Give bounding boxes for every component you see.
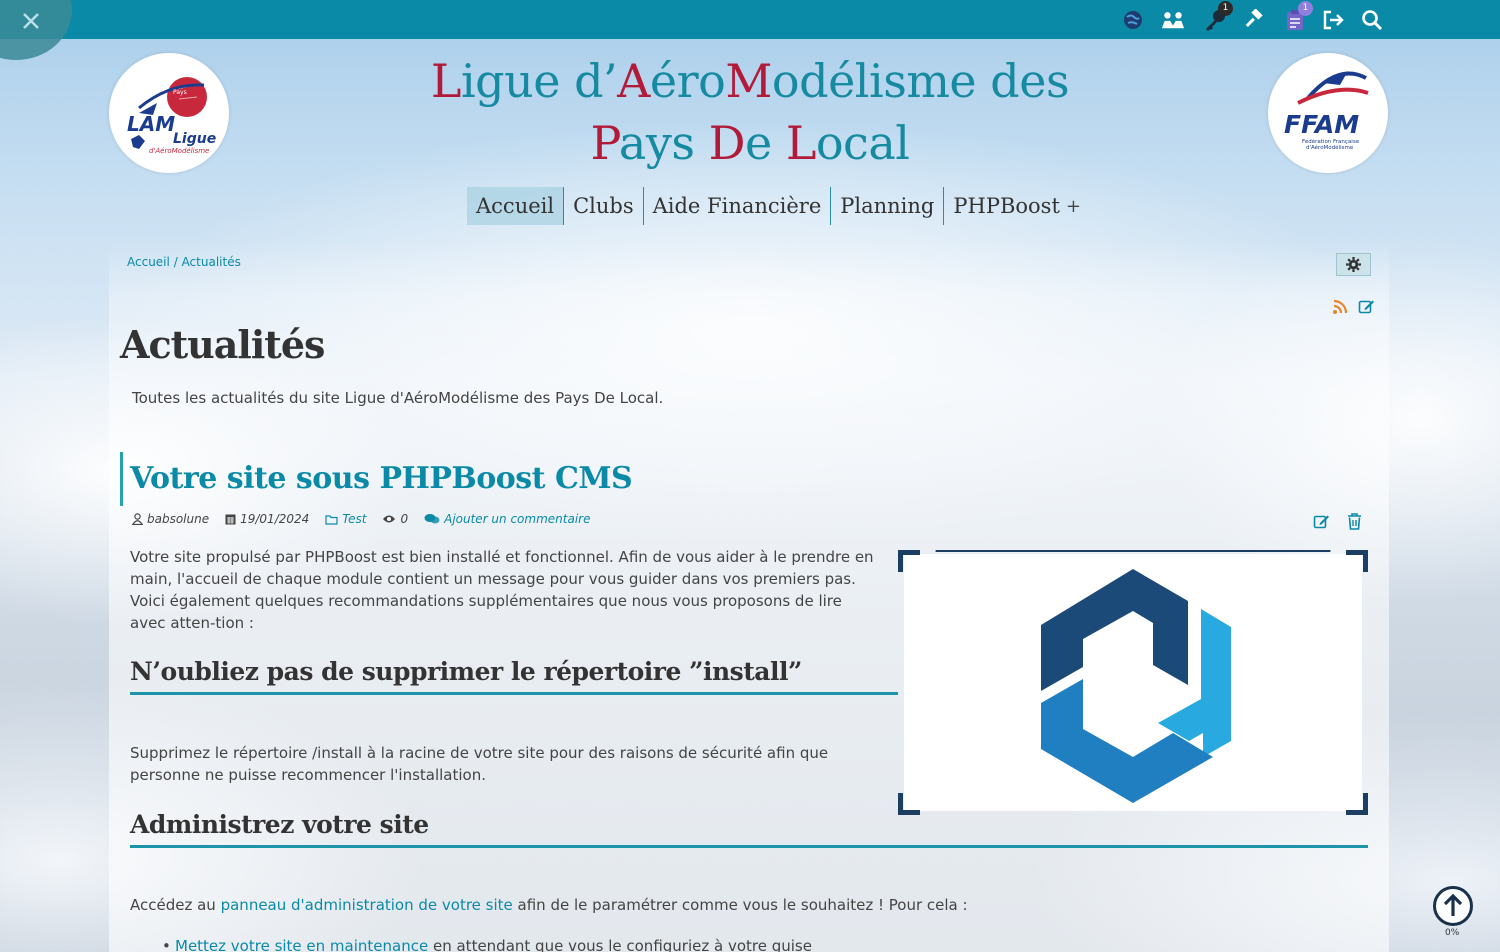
world-icon[interactable] bbox=[1121, 8, 1145, 32]
site-title-fragment: A bbox=[617, 54, 650, 108]
ffam-sub1: Fédération Française bbox=[1302, 138, 1360, 145]
main-navigation: Accueil Clubs Aide Financière Planning P… bbox=[467, 186, 1090, 226]
edit-icon[interactable] bbox=[1312, 512, 1330, 530]
site-title-line1: Ligue d’AéroModélisme des bbox=[420, 50, 1080, 112]
maintenance-text: en attendant que vous le configuriez à v… bbox=[428, 937, 812, 952]
site-title-fragment: ocal bbox=[815, 116, 910, 170]
lam-region: Pays bbox=[173, 89, 187, 96]
article-thumbnail[interactable] bbox=[898, 550, 1368, 815]
article-meta: babsolune 19/01/2024 Test 0 Ajouter un c… bbox=[132, 512, 590, 526]
article-date: 19/01/2024 bbox=[240, 512, 310, 526]
scroll-to-top-button[interactable] bbox=[1433, 886, 1473, 926]
site-title-fragment: L bbox=[785, 116, 817, 170]
ffam-sub2: d'AéroModélisme bbox=[1306, 144, 1354, 151]
site-title[interactable]: Ligue d’AéroModélisme des Pays De Local bbox=[420, 50, 1080, 174]
add-comment-link[interactable]: Ajouter un commentaire bbox=[444, 512, 590, 526]
users-icon[interactable] bbox=[1161, 8, 1185, 32]
list-item: Mettez votre site en maintenance en atte… bbox=[162, 937, 812, 952]
nav-item-accueil[interactable]: Accueil bbox=[467, 187, 565, 225]
breadcrumb-home[interactable]: Accueil bbox=[127, 255, 170, 269]
nav-item-phpboost[interactable]: PHPBoost + bbox=[944, 187, 1090, 225]
lam-word: Ligue bbox=[173, 131, 216, 147]
rss-icon[interactable] bbox=[1331, 298, 1349, 316]
tools-icon bbox=[20, 12, 42, 34]
key-badge: 1 bbox=[1218, 1, 1233, 16]
module-settings-button[interactable] bbox=[1336, 253, 1371, 276]
article-title[interactable]: Votre site sous PHPBoost CMS bbox=[120, 452, 633, 506]
article-category[interactable]: Test bbox=[342, 512, 366, 526]
nav-item-clubs[interactable]: Clubs bbox=[564, 187, 644, 225]
admin-topbar: 1 1 bbox=[0, 0, 1500, 39]
ffam-logo[interactable]: FFAM Fédération Française d'AéroModélism… bbox=[1268, 53, 1388, 173]
page-description: Toutes les actualités du site Ligue d'Aé… bbox=[132, 389, 664, 407]
breadcrumb-separator: / bbox=[173, 255, 178, 269]
sign-out-icon[interactable] bbox=[1322, 8, 1346, 32]
calendar-icon bbox=[225, 514, 236, 525]
article-intro: Votre site propulsé par PHPBoost est bie… bbox=[130, 548, 874, 632]
admin-text-before: Accédez au bbox=[130, 896, 221, 914]
heading-admin: Administrez votre site bbox=[130, 810, 1368, 848]
search-icon[interactable] bbox=[1360, 8, 1384, 32]
comments-icon bbox=[424, 514, 440, 524]
admin-panel-link[interactable]: panneau d'administration de votre site bbox=[221, 896, 513, 914]
ffam-big-text: FFAM bbox=[1284, 110, 1359, 139]
nav-item-aide-financiere[interactable]: Aide Financière bbox=[644, 187, 832, 225]
admin-menu-toggle[interactable] bbox=[0, 0, 72, 60]
nav-item-planning[interactable]: Planning bbox=[831, 187, 945, 225]
clipboard-icon[interactable]: 1 bbox=[1283, 1, 1313, 32]
gear-icon bbox=[1346, 257, 1361, 272]
site-title-fragment: L bbox=[430, 54, 462, 108]
site-title-fragment: e bbox=[744, 116, 786, 170]
article-views: 0 bbox=[400, 512, 409, 526]
user-icon bbox=[132, 513, 143, 525]
page-title: Actualités bbox=[120, 322, 325, 367]
site-title-fragment: M bbox=[725, 54, 772, 108]
breadcrumb-current[interactable]: Actualités bbox=[182, 255, 241, 269]
admin-text-after: afin de le paramétrer comme vous le souh… bbox=[512, 896, 968, 914]
lam-logo[interactable]: Pays LAM Ligue d'AéroModélisme bbox=[109, 53, 229, 173]
site-title-fragment: éro bbox=[649, 54, 726, 108]
site-title-fragment: P bbox=[590, 116, 620, 170]
phpboost-logo-image bbox=[904, 554, 1362, 811]
key-icon[interactable]: 1 bbox=[1203, 1, 1233, 32]
admin-paragraph: Accédez au panneau d'administration de v… bbox=[130, 894, 1330, 916]
gavel-icon[interactable] bbox=[1242, 8, 1266, 32]
heading-install: N’oubliez pas de supprimer le répertoire… bbox=[130, 657, 898, 695]
nav-item-phpboost-label: PHPBoost bbox=[953, 194, 1060, 218]
breadcrumb: Accueil / Actualités bbox=[127, 255, 241, 269]
eye-icon bbox=[383, 515, 396, 523]
site-title-fragment: igue d’ bbox=[460, 54, 618, 108]
lam-big-text: LAM bbox=[127, 112, 175, 136]
nav-expand-icon: + bbox=[1065, 195, 1081, 217]
arrow-up-icon bbox=[1443, 894, 1463, 916]
article-author[interactable]: babsolune bbox=[147, 512, 209, 526]
site-title-line2: Pays De Local bbox=[420, 112, 1080, 174]
trash-icon[interactable] bbox=[1345, 512, 1363, 530]
lam-sub: d'AéroModélisme bbox=[149, 147, 209, 155]
site-title-fragment: odélisme des bbox=[771, 54, 1070, 108]
install-text: Supprimez le répertoire /install à la ra… bbox=[130, 744, 829, 784]
add-item-edit-icon[interactable] bbox=[1357, 297, 1375, 315]
clipboard-badge: 1 bbox=[1298, 1, 1313, 16]
maintenance-link[interactable]: Mettez votre site en maintenance bbox=[175, 937, 428, 952]
scroll-percent: 0% bbox=[1445, 928, 1460, 938]
site-title-fragment: ays bbox=[618, 116, 709, 170]
site-title-fragment: D bbox=[708, 116, 746, 170]
folder-icon bbox=[325, 514, 338, 525]
